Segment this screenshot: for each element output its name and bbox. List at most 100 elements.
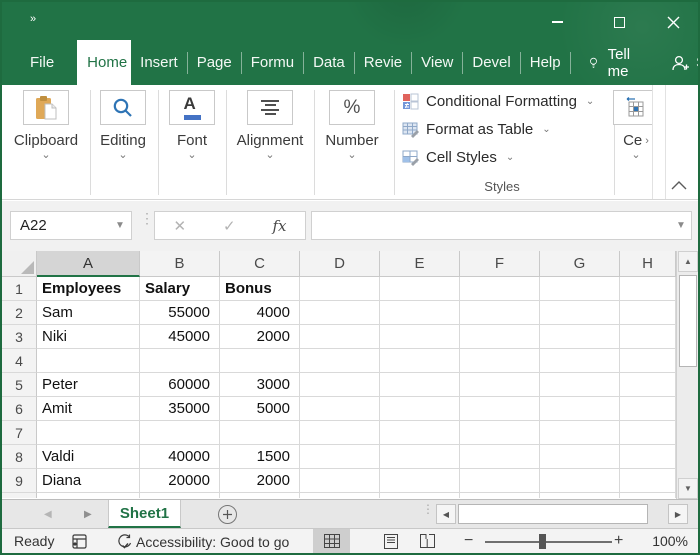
zoom-slider-thumb[interactable] xyxy=(539,534,546,549)
cell-H2[interactable] xyxy=(620,301,676,325)
cell-C1[interactable]: Bonus xyxy=(220,277,300,301)
cell-B2[interactable]: 55000 xyxy=(140,301,220,325)
tab-page[interactable]: Page xyxy=(188,40,241,85)
tab-view[interactable]: View xyxy=(412,40,462,85)
scroll-left-icon[interactable]: ◀ xyxy=(436,504,456,524)
row-header-8[interactable]: 8 xyxy=(2,445,37,469)
zoom-out-button[interactable]: − xyxy=(464,532,473,550)
cell-B5[interactable]: 60000 xyxy=(140,373,220,397)
column-header-A[interactable]: A xyxy=(37,251,140,277)
cell-E2[interactable] xyxy=(380,301,460,325)
cell-A9[interactable]: Diana xyxy=(37,469,140,493)
cells-group[interactable]: Ce › ⌄ xyxy=(616,90,656,160)
cell-H8[interactable] xyxy=(620,445,676,469)
cell-D8[interactable] xyxy=(300,445,380,469)
cell-A8[interactable]: Valdi xyxy=(37,445,140,469)
cell-D6[interactable] xyxy=(300,397,380,421)
cell-F1[interactable] xyxy=(460,277,540,301)
expand-formula-bar-icon[interactable]: ▼ xyxy=(671,220,691,231)
macro-record-icon[interactable] xyxy=(72,534,87,552)
cell-B7[interactable] xyxy=(140,421,220,445)
cell-G7[interactable] xyxy=(540,421,620,445)
zoom-in-button[interactable]: + xyxy=(614,532,623,550)
zoom-slider-track[interactable] xyxy=(485,541,612,543)
column-header-G[interactable]: G xyxy=(540,251,620,277)
cell-F8[interactable] xyxy=(460,445,540,469)
sheet-bar-grip-icon[interactable]: ⋮ xyxy=(422,507,434,512)
sheet-tab-sheet1[interactable]: Sheet1 xyxy=(108,500,181,528)
cell-H10[interactable] xyxy=(620,493,676,498)
format-as-table-button[interactable]: Format as Table ⌄ xyxy=(402,115,617,143)
cell-F4[interactable] xyxy=(460,349,540,373)
cell-G4[interactable] xyxy=(540,349,620,373)
tab-devel[interactable]: Devel xyxy=(463,40,519,85)
cell-H9[interactable] xyxy=(620,469,676,493)
cell-B1[interactable]: Salary xyxy=(140,277,220,301)
column-header-F[interactable]: F xyxy=(460,251,540,277)
tab-data[interactable]: Data xyxy=(304,40,354,85)
tab-insert[interactable]: Insert xyxy=(131,40,187,85)
cell-A2[interactable]: Sam xyxy=(37,301,140,325)
cell-C2[interactable]: 4000 xyxy=(220,301,300,325)
next-sheet-icon[interactable]: ▶ xyxy=(84,500,92,528)
accessibility-status[interactable]: Accessibility: Good to go xyxy=(116,533,289,550)
row-header-7[interactable]: 7 xyxy=(2,421,37,445)
tab-formu[interactable]: Formu xyxy=(242,40,303,85)
cell-E8[interactable] xyxy=(380,445,460,469)
cell-A4[interactable] xyxy=(37,349,140,373)
cell-G2[interactable] xyxy=(540,301,620,325)
cell-H7[interactable] xyxy=(620,421,676,445)
cell-D10[interactable] xyxy=(300,493,380,498)
cell-H1[interactable] xyxy=(620,277,676,301)
column-header-E[interactable]: E xyxy=(380,251,460,277)
cell-D3[interactable] xyxy=(300,325,380,349)
quick-access-expand-icon[interactable]: » xyxy=(30,13,34,25)
cell-C5[interactable]: 3000 xyxy=(220,373,300,397)
cell-H6[interactable] xyxy=(620,397,676,421)
scroll-right-icon[interactable]: ▶ xyxy=(668,504,688,524)
cell-D7[interactable] xyxy=(300,421,380,445)
insert-function-icon[interactable]: fx xyxy=(273,217,287,235)
cell-H5[interactable] xyxy=(620,373,676,397)
horizontal-scroll-thumb[interactable] xyxy=(458,504,648,524)
vertical-scroll-thumb[interactable] xyxy=(679,275,697,367)
confirm-entry-icon[interactable]: ✓ xyxy=(223,217,236,235)
cell-A10[interactable] xyxy=(37,493,140,498)
zoom-level[interactable]: 100% xyxy=(640,533,688,549)
cancel-entry-icon[interactable]: ✕ xyxy=(173,217,186,235)
cell-B10[interactable] xyxy=(140,493,220,498)
collapse-ribbon-button[interactable] xyxy=(668,177,690,193)
cell-F7[interactable] xyxy=(460,421,540,445)
maximize-button[interactable] xyxy=(596,10,642,34)
cell-E6[interactable] xyxy=(380,397,460,421)
cell-F2[interactable] xyxy=(460,301,540,325)
cell-H3[interactable] xyxy=(620,325,676,349)
cell-C6[interactable]: 5000 xyxy=(220,397,300,421)
cell-G6[interactable] xyxy=(540,397,620,421)
share-button[interactable]: Share xyxy=(670,40,700,85)
cell-A3[interactable]: Niki xyxy=(37,325,140,349)
cell-F9[interactable] xyxy=(460,469,540,493)
column-header-C[interactable]: C xyxy=(220,251,300,277)
ribbon-group-alignment[interactable]: Alignment⌄ xyxy=(231,90,309,160)
cell-C4[interactable] xyxy=(220,349,300,373)
tab-home[interactable]: Home xyxy=(77,40,131,85)
cell-F5[interactable] xyxy=(460,373,540,397)
cell-C7[interactable] xyxy=(220,421,300,445)
horizontal-scrollbar[interactable]: ◀ ▶ xyxy=(436,504,688,524)
row-header-2[interactable]: 2 xyxy=(2,301,37,325)
ribbon-group-number[interactable]: %Number⌄ xyxy=(321,90,383,160)
cell-A5[interactable]: Peter xyxy=(37,373,140,397)
cell-D1[interactable] xyxy=(300,277,380,301)
cell-G9[interactable] xyxy=(540,469,620,493)
scroll-down-icon[interactable]: ▼ xyxy=(678,478,698,499)
ribbon-group-clipboard[interactable]: Clipboard⌄ xyxy=(11,90,81,160)
row-header-6[interactable]: 6 xyxy=(2,397,37,421)
cell-E1[interactable] xyxy=(380,277,460,301)
formula-bar-grip-icon[interactable]: ⋮ xyxy=(140,215,154,222)
cell-A6[interactable]: Amit xyxy=(37,397,140,421)
cell-E4[interactable] xyxy=(380,349,460,373)
ribbon-group-editing[interactable]: Editing⌄ xyxy=(93,90,153,160)
tab-file[interactable]: File xyxy=(16,40,68,85)
cell-D2[interactable] xyxy=(300,301,380,325)
